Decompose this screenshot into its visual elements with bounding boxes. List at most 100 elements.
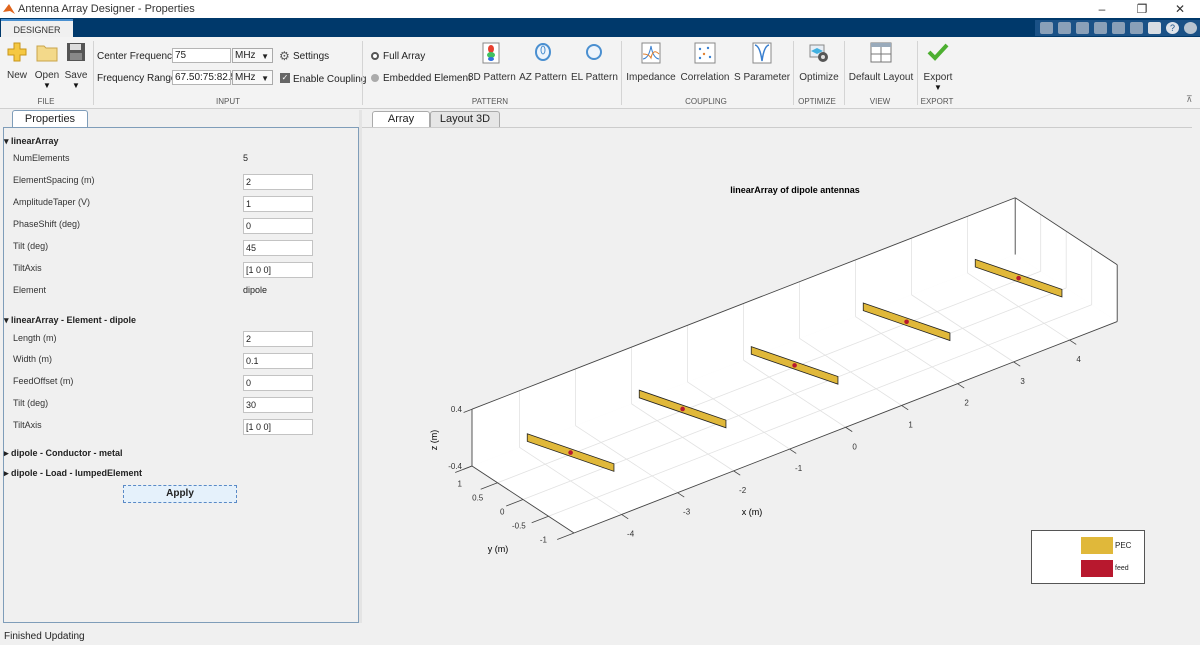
3d-pattern-button[interactable]: 3D Pattern [468, 42, 516, 83]
plot-title: linearArray of dipole antennas [730, 185, 860, 195]
optimize-button[interactable]: Optimize [797, 42, 841, 83]
export-dropdown-icon[interactable]: ▼ [921, 83, 955, 92]
x-tick-label: 2 [964, 399, 969, 408]
y-axis-label: y (m) [488, 544, 509, 554]
section-view-label: VIEW [869, 97, 891, 106]
tab-layout-3d[interactable]: Layout 3D [430, 111, 500, 127]
section-pattern-label: PATTERN [471, 97, 509, 106]
section-conductor[interactable]: ▸ dipole - Conductor - metal [4, 448, 123, 459]
feed-point [1016, 275, 1021, 281]
open-button[interactable]: Open ▼ [33, 42, 61, 90]
az-pattern-button[interactable]: AZ Pattern [519, 42, 567, 83]
tab-designer[interactable]: DESIGNER [1, 19, 73, 37]
feed-point [680, 406, 685, 412]
minimize-button[interactable]: – [1088, 1, 1116, 17]
export-button[interactable]: Export ▼ [921, 42, 955, 92]
feed-point [792, 363, 797, 368]
collapse-toolstrip-icon[interactable]: ⊼ [1186, 94, 1193, 105]
x-tick-label: 0 [852, 442, 857, 451]
full-array-label: Full Array [383, 51, 426, 62]
impedance-button[interactable]: Impedance [625, 42, 677, 83]
undo-icon[interactable] [1112, 22, 1125, 34]
divider [362, 41, 363, 105]
array-tilt-input[interactable]: 45 [243, 240, 313, 256]
enable-coupling-checkbox[interactable]: ✓ [280, 73, 290, 83]
center-frequency-input[interactable]: 75 [172, 48, 231, 63]
window-title: Antenna Array Designer - Properties [18, 3, 195, 15]
legend-label-feed: feed [1115, 565, 1129, 572]
el-pattern-button[interactable]: EL Pattern [571, 42, 618, 83]
y-tick-label: 0.5 [472, 494, 484, 503]
matlab-logo-icon [3, 4, 15, 14]
cut-icon[interactable] [1058, 22, 1071, 34]
default-layout-button[interactable]: Default Layout [848, 42, 914, 83]
section-linear-array[interactable]: ▾ linearArray [4, 136, 59, 147]
impedance-plot-icon [641, 42, 661, 64]
element-spacing-input[interactable]: 2 [243, 174, 313, 190]
restore-button[interactable]: ❐ [1128, 1, 1156, 17]
embedded-element-label: Embedded Element [383, 73, 471, 84]
phase-shift-input[interactable]: 0 [243, 218, 313, 234]
z-tick [463, 408, 473, 413]
tab-properties[interactable]: Properties [12, 110, 88, 127]
options-icon[interactable] [1184, 22, 1197, 34]
open-dropdown-icon[interactable]: ▼ [33, 81, 61, 90]
x-tick-label: 3 [1020, 377, 1025, 386]
width-input[interactable]: 0.1 [243, 353, 313, 369]
element-spacing-label: ElementSpacing (m) [13, 175, 95, 185]
center-frequency-label: Center Frequency [97, 51, 178, 62]
section-load[interactable]: ▸ dipole - Load - lumpedElement [4, 468, 142, 479]
amplitude-taper-label: AmplitudeTaper (V) [13, 197, 91, 207]
legend-label-pec: PEC [1115, 541, 1132, 550]
correlation-button[interactable]: Correlation [680, 42, 730, 83]
x-tick-label: -3 [683, 508, 691, 517]
status-bar-text: Finished Updating [4, 631, 85, 642]
new-button[interactable]: New [4, 42, 30, 81]
section-element-dipole[interactable]: ▾ linearArray - Element - dipole [4, 315, 136, 326]
x-tick [1013, 361, 1021, 367]
paste-icon[interactable] [1094, 22, 1107, 34]
element-tilt-input[interactable]: 30 [243, 397, 313, 413]
width-label: Width (m) [13, 354, 52, 364]
settings-button[interactable]: Settings [293, 51, 329, 62]
divider [917, 41, 918, 105]
redo-icon[interactable] [1130, 22, 1143, 34]
frequency-range-unit-select[interactable]: MHz [232, 70, 273, 85]
num-elements-value: 5 [243, 153, 249, 163]
checkmark-icon [927, 43, 949, 61]
x-tick [1069, 339, 1077, 345]
length-input[interactable]: 2 [243, 331, 313, 347]
copy-icon[interactable] [1076, 22, 1089, 34]
tab-array[interactable]: Array [372, 111, 430, 127]
embedded-element-radio[interactable] [371, 74, 379, 82]
floppy-disk-icon [67, 43, 85, 61]
help-icon[interactable]: ? [1166, 22, 1179, 34]
feed-offset-input[interactable]: 0 [243, 375, 313, 391]
feed-point [568, 450, 573, 455]
az-pattern-icon [535, 43, 551, 61]
x-tick-label: -2 [739, 486, 747, 495]
apply-button[interactable]: Apply [123, 485, 237, 503]
y-tick-label: -0.5 [512, 522, 526, 531]
gear-icon[interactable]: ⚙ [279, 49, 290, 63]
array-tilt-axis-input[interactable]: [1 0 0] [243, 262, 313, 278]
array-tilt-label: Tilt (deg) [13, 241, 49, 251]
close-button[interactable]: ✕ [1166, 1, 1194, 17]
z-tick-label: 0.4 [451, 405, 463, 414]
full-array-radio[interactable] [371, 52, 379, 60]
save-icon[interactable] [1040, 22, 1053, 34]
save-dropdown-icon[interactable]: ▼ [64, 81, 88, 90]
frequency-range-input[interactable]: 67.50:75:82.5 [172, 70, 236, 85]
x-tick [901, 405, 909, 411]
amplitude-taper-input[interactable]: 1 [243, 196, 313, 212]
center-frequency-unit-select[interactable]: MHz [232, 48, 273, 63]
3d-pattern-icon [482, 42, 500, 64]
layout-grid-icon [870, 42, 892, 63]
section-optimize-label: OPTIMIZE [798, 97, 836, 106]
save-button[interactable]: Save ▼ [64, 42, 88, 90]
element-tilt-axis-input[interactable]: [1 0 0] [243, 419, 313, 435]
y-tick-label: 1 [458, 480, 463, 489]
s-parameter-button[interactable]: S Parameter [734, 42, 790, 83]
x-tick [789, 448, 797, 454]
window-layout-icon[interactable] [1148, 22, 1161, 34]
